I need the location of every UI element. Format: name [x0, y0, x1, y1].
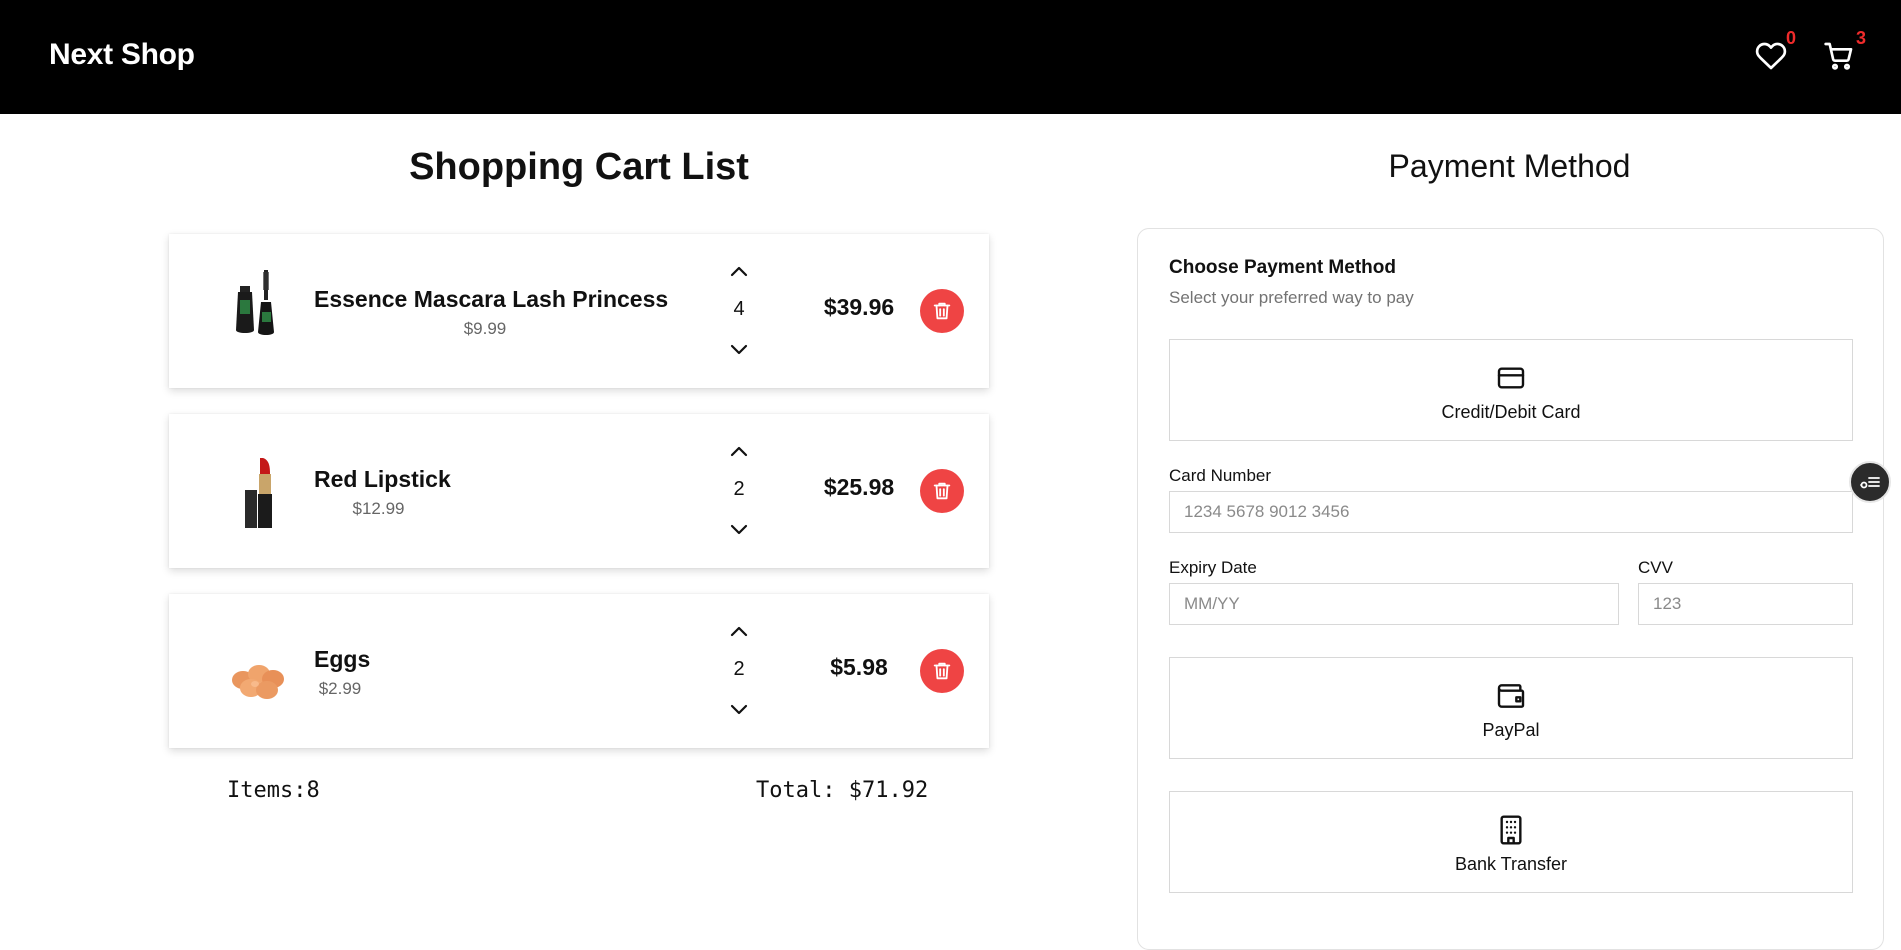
item-subtotal: $5.98: [830, 654, 888, 680]
product-name[interactable]: Eggs: [314, 646, 370, 673]
chevron-down-icon: [730, 704, 748, 715]
cvv-input[interactable]: [1638, 583, 1853, 625]
increase-quantity-button[interactable]: [725, 442, 753, 462]
remove-item-button[interactable]: [920, 649, 964, 693]
shopping-cart-icon: [1824, 42, 1853, 70]
top-navbar: Next Shop 0 3: [0, 0, 1901, 114]
trash-icon: [933, 302, 951, 320]
credit-card-icon: [1495, 362, 1527, 394]
method-label: PayPal: [1482, 720, 1540, 740]
cvv-label: CVV: [1638, 558, 1673, 577]
decrease-quantity-button[interactable]: [725, 699, 753, 719]
building-icon: [1495, 814, 1527, 846]
product-name[interactable]: Red Lipstick: [314, 466, 451, 493]
card-number-input[interactable]: [1169, 491, 1853, 533]
paypal-method-button[interactable]: PayPal: [1169, 657, 1853, 759]
cart-button[interactable]: [1823, 40, 1855, 72]
item-subtotal: $25.98: [823, 474, 895, 500]
trash-icon: [933, 662, 951, 680]
expiry-date-input[interactable]: [1169, 583, 1619, 625]
remove-item-button[interactable]: [920, 469, 964, 513]
wishlist-count-badge: 0: [1786, 28, 1797, 48]
chevron-down-icon: [730, 344, 748, 355]
payment-card-title: Choose Payment Method: [1169, 257, 1396, 278]
product-image-lipstick: [211, 444, 307, 540]
cart-item: Essence Mascara Lash Princess $9.99 4 $3…: [169, 234, 989, 388]
cart-item: Eggs $2.99 2 $5.98: [169, 594, 989, 748]
product-unit-price: $12.99: [352, 499, 405, 518]
quantity-value: 2: [733, 478, 745, 500]
product-unit-price: $2.99: [318, 679, 362, 698]
bank-transfer-method-button[interactable]: Bank Transfer: [1169, 791, 1853, 893]
cart-item: Red Lipstick $12.99 2 $25.98: [169, 414, 989, 568]
remove-item-button[interactable]: [920, 289, 964, 333]
method-label: Bank Transfer: [1454, 854, 1568, 874]
chevron-up-icon: [730, 446, 748, 457]
credit-card-method-button[interactable]: Credit/Debit Card: [1169, 339, 1853, 441]
product-name[interactable]: Essence Mascara Lash Princess: [314, 286, 668, 313]
wishlist-button[interactable]: [1755, 40, 1787, 72]
chevron-up-icon: [730, 626, 748, 637]
quantity-value: 4: [733, 298, 745, 320]
card-number-label: Card Number: [1169, 466, 1272, 485]
toggle-list-icon: [1860, 477, 1880, 489]
increase-quantity-button[interactable]: [725, 622, 753, 642]
decrease-quantity-button[interactable]: [725, 519, 753, 539]
trash-icon: [933, 482, 951, 500]
method-label: Credit/Debit Card: [1441, 402, 1581, 422]
cart-title: Shopping Cart List: [409, 146, 749, 188]
cart-items-count: Items:8: [227, 778, 320, 803]
brand-logo[interactable]: Next Shop: [49, 38, 195, 72]
chevron-down-icon: [730, 524, 748, 535]
expiry-date-label: Expiry Date: [1169, 558, 1257, 577]
payment-method-card: Choose Payment Method Select your prefer…: [1137, 228, 1884, 950]
cart-total: Total: $71.92: [756, 778, 929, 803]
product-unit-price: $9.99: [463, 319, 507, 338]
floating-toggle-button[interactable]: [1849, 461, 1891, 503]
item-subtotal: $39.96: [823, 294, 895, 320]
decrease-quantity-button[interactable]: [725, 339, 753, 359]
wallet-icon: [1495, 680, 1527, 712]
increase-quantity-button[interactable]: [725, 262, 753, 282]
product-image-eggs: [211, 624, 307, 720]
payment-card-subtitle: Select your preferred way to pay: [1169, 288, 1414, 307]
payment-title: Payment Method: [1388, 148, 1631, 184]
product-image-mascara: [211, 264, 307, 360]
heart-icon: [1755, 42, 1787, 70]
cart-count-badge: 3: [1856, 28, 1867, 48]
quantity-value: 2: [733, 658, 745, 680]
chevron-up-icon: [730, 266, 748, 277]
